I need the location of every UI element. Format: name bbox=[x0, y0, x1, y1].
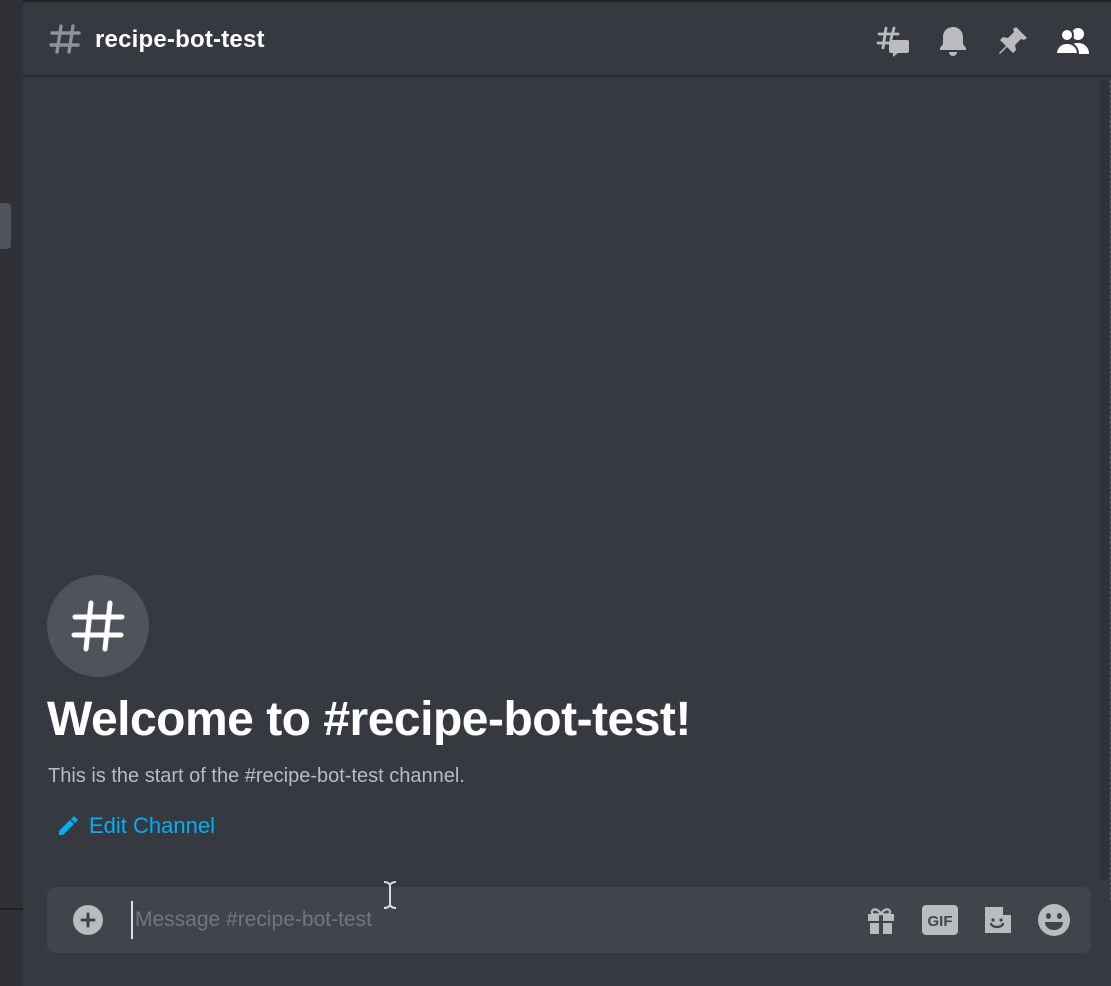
edit-channel-label: Edit Channel bbox=[89, 813, 215, 838]
hash-icon bbox=[71, 600, 125, 652]
channel-welcome-avatar bbox=[47, 575, 149, 677]
pinned-messages-button[interactable] bbox=[996, 24, 1030, 58]
threads-button[interactable] bbox=[876, 24, 910, 58]
welcome-subtitle: This is the start of the #recipe-bot-tes… bbox=[48, 765, 465, 787]
svg-text:GIF: GIF bbox=[928, 913, 953, 930]
pencil-icon bbox=[59, 816, 78, 835]
threads-icon bbox=[876, 26, 909, 57]
sticker-button[interactable] bbox=[979, 901, 1017, 939]
edit-channel-link[interactable]: Edit Channel bbox=[57, 813, 215, 839]
message-input[interactable] bbox=[131, 901, 831, 939]
pin-icon bbox=[999, 27, 1027, 54]
welcome-title: Welcome to #recipe-bot-test! bbox=[47, 693, 691, 746]
channel-hash-icon bbox=[49, 24, 81, 54]
gif-button[interactable]: GIF bbox=[921, 901, 959, 939]
gif-icon: GIF bbox=[922, 905, 958, 935]
upload-button[interactable] bbox=[73, 905, 103, 935]
emoji-icon bbox=[1038, 904, 1070, 936]
channel-title: recipe-bot-test bbox=[95, 26, 265, 53]
sticker-icon bbox=[985, 907, 1011, 933]
plus-icon bbox=[80, 912, 96, 928]
member-list-icon bbox=[1055, 28, 1089, 55]
sidebar-scroll-indicator bbox=[0, 203, 11, 249]
notification-settings-button[interactable] bbox=[936, 24, 970, 58]
chat-main: recipe-bot-test Welcome to #recipe-bot-t… bbox=[23, 0, 1111, 986]
channel-header: recipe-bot-test bbox=[23, 0, 1111, 76]
sidebar-divider bbox=[0, 908, 23, 910]
gift-icon bbox=[868, 908, 894, 934]
message-scrollbar[interactable] bbox=[1100, 80, 1109, 880]
channel-sidebar-edge bbox=[0, 0, 23, 986]
message-composer: GIF bbox=[47, 887, 1091, 953]
gift-button[interactable] bbox=[862, 901, 900, 939]
member-list-button[interactable] bbox=[1055, 24, 1089, 58]
notification-bell-icon bbox=[940, 27, 966, 56]
emoji-button[interactable] bbox=[1035, 901, 1073, 939]
